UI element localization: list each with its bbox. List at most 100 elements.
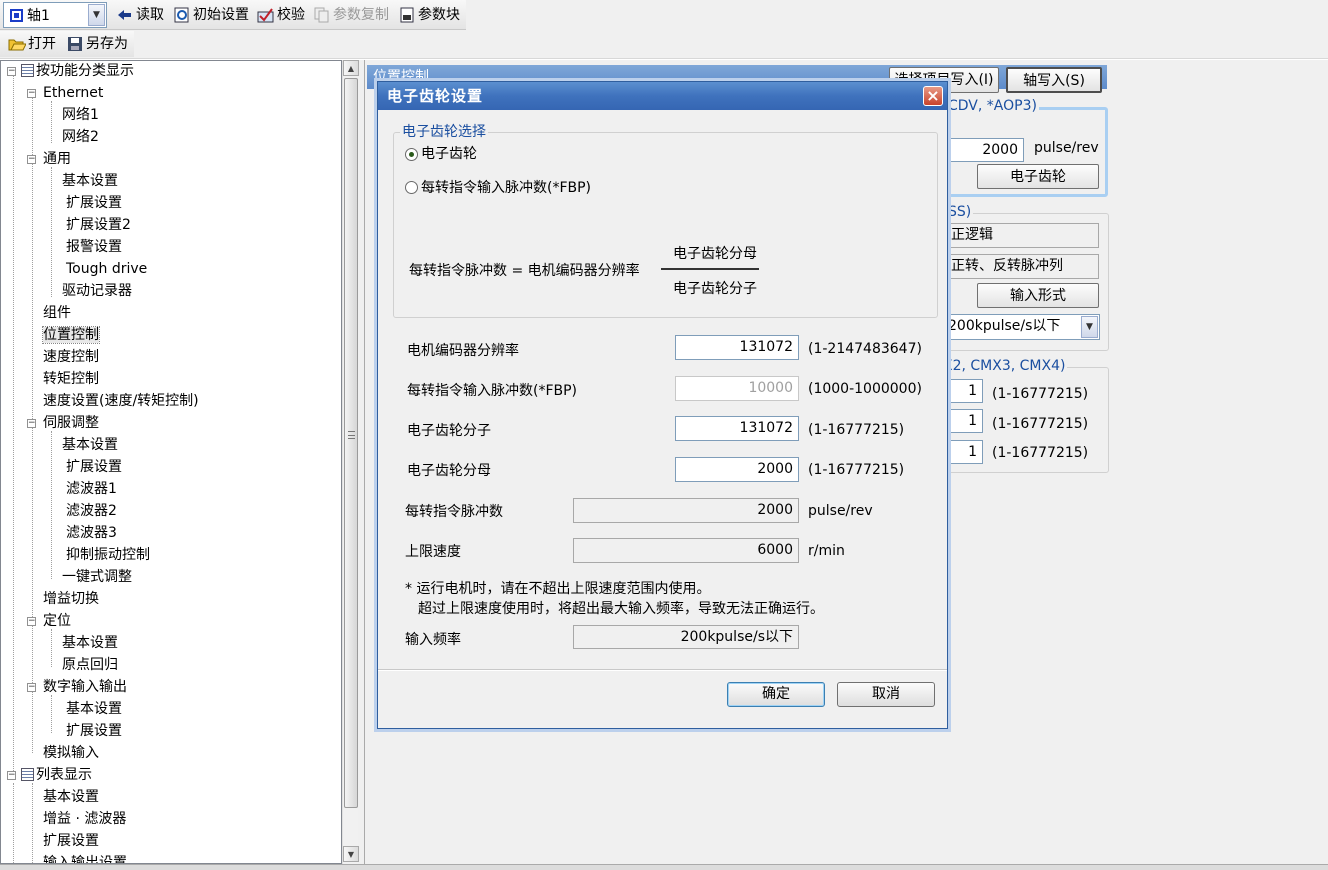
tree-node-label: 扩展设置2 <box>66 217 131 233</box>
scroll-up-icon[interactable]: ▲ <box>343 60 359 76</box>
radio-electronic-gear-label: 电子齿轮 <box>421 146 477 162</box>
pulses-per-rev-value: 2000 <box>573 498 799 523</box>
tree-node-home-return[interactable]: 原点回归 <box>62 655 118 675</box>
tree-node-tuning-extended[interactable]: 扩展设置 <box>66 457 122 477</box>
tree-node-filter3[interactable]: 滤波器3 <box>66 523 117 543</box>
initial-settings-icon <box>173 6 191 24</box>
tree-node-ethernet[interactable]: − Ethernet <box>27 83 103 103</box>
tree-node-torque-control[interactable]: 转矩控制 <box>43 369 99 389</box>
cmx-field-1[interactable]: 1 <box>946 379 983 403</box>
electronic-gear-dialog: 电子齿轮设置 × 电子齿轮选择 电子齿轮 每转指令输入脉冲数(*FBP) 每转指… <box>377 81 948 729</box>
initial-settings-label: 初始设置 <box>193 7 249 23</box>
initial-settings-button[interactable]: 初始设置 <box>173 3 249 27</box>
collapse-icon[interactable]: − <box>27 683 36 692</box>
tree-node-alarm-settings[interactable]: 报警设置 <box>66 237 122 257</box>
close-icon[interactable]: × <box>923 86 943 106</box>
tree-node-label: 滤波器1 <box>66 481 117 497</box>
read-button[interactable]: 读取 <box>116 3 164 27</box>
collapse-icon[interactable]: − <box>27 617 36 626</box>
tree-node-positioning[interactable]: − 定位 <box>27 611 71 631</box>
gear-pulse-field[interactable]: 2000 <box>948 138 1024 162</box>
tree-node-positioning-basic[interactable]: 基本设置 <box>62 633 118 653</box>
tree-node-position-control[interactable]: 位置控制 <box>42 325 100 345</box>
tree-node-speed-control[interactable]: 速度控制 <box>43 347 99 367</box>
chevron-down-icon[interactable]: ▼ <box>88 4 105 26</box>
axis-select[interactable]: 轴1 ▼ <box>3 2 107 28</box>
axis-write-button[interactable]: 轴写入(S) <box>1006 67 1102 93</box>
radio-electronic-gear[interactable] <box>405 148 418 161</box>
verify-button[interactable]: 校验 <box>257 3 305 27</box>
tree-node-network1[interactable]: 网络1 <box>62 105 99 125</box>
collapse-icon[interactable]: − <box>27 419 36 428</box>
tree-node-gain-filter[interactable]: 增益 · 滤波器 <box>43 809 126 829</box>
input-form-button[interactable]: 输入形式 <box>977 283 1099 308</box>
tree-scrollbar[interactable]: ▲ ▼ <box>342 60 359 864</box>
chevron-down-icon[interactable]: ▼ <box>1081 316 1098 338</box>
tree-node-one-touch-tuning[interactable]: 一键式调整 <box>62 567 132 587</box>
tree-node-speed-setting[interactable]: 速度设置(速度/转矩控制) <box>43 391 199 411</box>
tree-node-analog-input[interactable]: 模拟输入 <box>43 743 99 763</box>
tree-node-label: 滤波器2 <box>66 503 117 519</box>
tree-line <box>51 695 52 733</box>
tree-node-network2[interactable]: 网络2 <box>62 127 99 147</box>
tree-node-vibration-suppression[interactable]: 抑制振动控制 <box>66 545 150 565</box>
cmx-field-3[interactable]: 1 <box>946 440 983 464</box>
gear-numerator-input[interactable]: 131072 <box>675 416 799 441</box>
frequency-select[interactable]: 200kpulse/s以下 ▼ <box>946 314 1100 340</box>
save-as-button[interactable]: 另存为 <box>66 32 128 56</box>
cmx-field-2[interactable]: 1 <box>946 409 983 433</box>
tree-node-tough-drive[interactable]: Tough drive <box>66 259 147 279</box>
tree-node-digital-io[interactable]: − 数字输入输出 <box>27 677 127 697</box>
ok-button[interactable]: 确定 <box>727 682 825 707</box>
tree-node-extended-settings2[interactable]: 扩展设置2 <box>66 215 131 235</box>
tree-node-common[interactable]: − 通用 <box>27 149 71 169</box>
tree-node-gain-switching[interactable]: 增益切换 <box>43 589 99 609</box>
tree-node-label: 组件 <box>43 305 71 321</box>
radio-fbp[interactable] <box>405 181 418 194</box>
tree-node-filter1[interactable]: 滤波器1 <box>66 479 117 499</box>
gear-group-title: CDV, *AOP3) <box>946 98 1039 114</box>
tree-node-by-function[interactable]: − 按功能分类显示 <box>7 61 134 81</box>
tree-node-io-extended[interactable]: 扩展设置 <box>66 721 122 741</box>
logic-display: 正逻辑 <box>946 223 1099 248</box>
encoder-resolution-input[interactable]: 131072 <box>675 335 799 360</box>
collapse-icon[interactable]: − <box>27 155 36 164</box>
encoder-resolution-range: (1-2147483647) <box>808 341 922 357</box>
collapse-icon[interactable]: − <box>27 89 36 98</box>
scroll-down-icon[interactable]: ▼ <box>343 846 359 862</box>
tree-node-servo-tuning[interactable]: − 伺服调整 <box>27 413 99 433</box>
fbp-input[interactable]: 10000 <box>675 376 799 401</box>
tree-node-list-display[interactable]: − 列表显示 <box>7 765 92 785</box>
tree-node-io-settings[interactable]: 输入输出设置 <box>43 853 127 864</box>
cancel-button[interactable]: 取消 <box>837 682 935 707</box>
tree-node-label: 扩展设置 <box>66 195 122 211</box>
param-copy-button[interactable]: 参数复制 <box>313 3 389 27</box>
param-block-button[interactable]: 参数块 <box>398 3 460 27</box>
tree-node-basic-settings[interactable]: 基本设置 <box>62 171 118 191</box>
open-button[interactable]: 打开 <box>8 32 56 56</box>
cmx-range-1: (1-16777215) <box>992 386 1089 402</box>
electronic-gear-button[interactable]: 电子齿轮 <box>977 164 1099 189</box>
gear-numerator-label: 电子齿轮分子 <box>407 423 491 439</box>
tree-node-list-extended[interactable]: 扩展设置 <box>43 831 99 851</box>
collapse-icon[interactable]: − <box>7 771 16 780</box>
cmx-range-2: (1-16777215) <box>992 416 1089 432</box>
tree-node-filter2[interactable]: 滤波器2 <box>66 501 117 521</box>
tree-node-label: 驱动记录器 <box>62 283 132 299</box>
tree-node-list-basic[interactable]: 基本设置 <box>43 787 99 807</box>
axis-select-value: 轴1 <box>27 8 50 24</box>
tree-line <box>13 75 14 775</box>
tree-node-label: 增益切换 <box>43 591 99 607</box>
parameter-tree[interactable]: − 按功能分类显示 − Ethernet 网络1 网络2 − 通用 基本设置 扩… <box>0 60 342 864</box>
tree-node-label: 输入输出设置 <box>43 855 127 864</box>
tree-node-io-basic[interactable]: 基本设置 <box>66 699 122 719</box>
tree-node-label: 网络2 <box>62 129 99 145</box>
tree-node-component[interactable]: 组件 <box>43 303 71 323</box>
gear-denominator-input[interactable]: 2000 <box>675 457 799 482</box>
tree-node-tuning-basic[interactable]: 基本设置 <box>62 435 118 455</box>
tree-node-extended-settings[interactable]: 扩展设置 <box>66 193 122 213</box>
scroll-thumb[interactable] <box>344 78 358 808</box>
collapse-icon[interactable]: − <box>7 67 16 76</box>
tree-node-drive-recorder[interactable]: 驱动记录器 <box>62 281 132 301</box>
list-icon <box>21 768 34 781</box>
